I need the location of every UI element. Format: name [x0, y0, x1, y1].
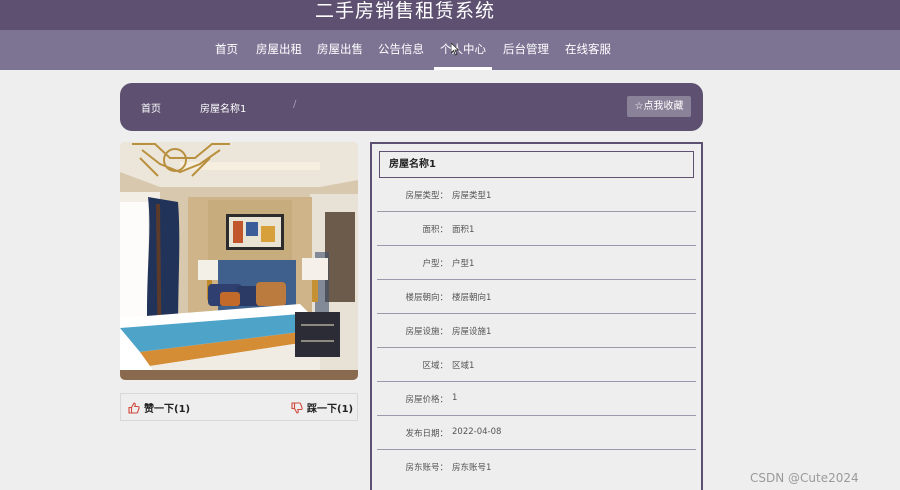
detail-value: 房屋设施1	[452, 327, 492, 337]
favorite-button[interactable]: ☆点我收藏	[627, 96, 691, 117]
detail-row-price: 房屋价格： 1	[377, 382, 696, 416]
detail-row-facilities: 房屋设施： 房屋设施1	[377, 314, 696, 348]
detail-value: 2022-04-08	[452, 427, 502, 437]
detail-value: 区域1	[452, 361, 475, 371]
detail-row-house-type: 房屋类型： 房屋类型1	[377, 178, 696, 212]
detail-label: 房东账号：	[405, 463, 448, 473]
breadcrumb: 首页 / 房屋名称1 ☆点我收藏	[120, 83, 703, 131]
top-header: 二手房销售租赁系统	[0, 0, 900, 30]
dislike-label: 踩一下(1)	[307, 404, 354, 415]
thumbs-down-icon	[291, 402, 303, 414]
like-button[interactable]: 赞一下(1)	[128, 400, 190, 415]
property-photo	[120, 142, 358, 380]
detail-row-floor-orientation: 楼层朝向： 楼层朝向1	[377, 280, 696, 314]
detail-label: 楼层朝向：	[405, 293, 448, 303]
nav-item-sale[interactable]: 房屋出售	[317, 30, 363, 70]
detail-label: 发布日期：	[405, 429, 448, 439]
vote-bar: 赞一下(1) 踩一下(1)	[120, 393, 358, 421]
nav-item-home[interactable]: 首页	[215, 30, 238, 70]
detail-label: 面积：	[422, 225, 448, 235]
breadcrumb-separator: /	[293, 99, 297, 110]
like-label: 赞一下(1)	[144, 404, 191, 415]
dislike-button[interactable]: 踩一下(1)	[291, 400, 353, 415]
site-title: 二手房销售租赁系统	[314, 0, 495, 22]
detail-value: 面积1	[452, 225, 475, 235]
detail-label: 户型：	[422, 259, 448, 269]
detail-value: 1	[452, 393, 458, 403]
detail-row-landlord-account: 房东账号： 房东账号1	[377, 450, 696, 484]
detail-row-publish-date: 发布日期： 2022-04-08	[377, 416, 696, 450]
breadcrumb-home-link[interactable]: 首页	[141, 100, 161, 115]
detail-value: 楼层朝向1	[452, 293, 492, 303]
watermark: CSDN @Cute2024	[750, 471, 859, 485]
main-nav: 首页 房屋出租 房屋出售 公告信息 个人中心 后台管理 在线客服	[0, 30, 900, 70]
mouse-cursor-icon	[451, 43, 460, 56]
detail-row-region: 区域： 区域1	[377, 348, 696, 382]
nav-item-notices[interactable]: 公告信息	[378, 30, 424, 70]
detail-label: 房屋价格：	[405, 395, 448, 405]
detail-label: 区域：	[422, 361, 448, 371]
detail-label: 房屋设施：	[405, 327, 448, 337]
detail-label: 房屋类型：	[405, 191, 448, 201]
property-detail-panel: 房屋名称1 房屋类型： 房屋类型1 面积： 面积1 户型： 户型1 楼层朝向： …	[370, 142, 703, 490]
thumbs-up-icon	[128, 402, 140, 414]
detail-value: 房东账号1	[452, 463, 492, 473]
property-name-heading: 房屋名称1	[379, 151, 694, 178]
detail-value: 房屋类型1	[452, 191, 492, 201]
detail-value: 户型1	[452, 259, 475, 269]
nav-item-rent[interactable]: 房屋出租	[256, 30, 302, 70]
detail-row-layout: 户型： 户型1	[377, 246, 696, 280]
nav-item-personal-center[interactable]: 个人中心	[434, 30, 492, 70]
nav-item-admin[interactable]: 后台管理	[503, 30, 549, 70]
nav-item-online-service[interactable]: 在线客服	[565, 30, 611, 70]
breadcrumb-current: 房屋名称1	[200, 104, 247, 115]
detail-row-area: 面积： 面积1	[377, 212, 696, 246]
